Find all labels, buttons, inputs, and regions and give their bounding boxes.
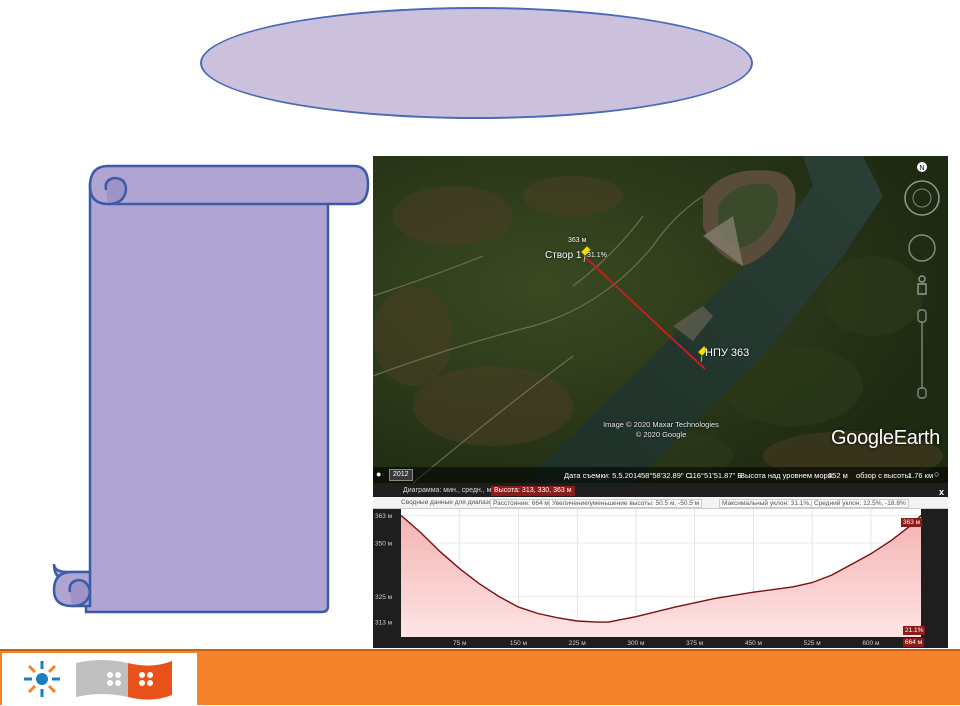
marker-elevation-label: 363 м — [901, 518, 923, 527]
profile-close-button[interactable]: x — [939, 487, 944, 497]
summary-label: Сводные данные для диапазона: — [401, 499, 502, 506]
street-view-icon — [917, 275, 927, 295]
satellite-map[interactable]: 363 м Створ 1 31.1% НПУ 363 Image © 2020… — [373, 156, 948, 483]
x-tick-label: 450 м — [745, 640, 763, 647]
scroll-banner — [52, 164, 370, 614]
imagery-date: Дата съемки: 5.5.2014 — [564, 471, 642, 480]
eye-altitude-value: 1.76 км — [908, 471, 934, 480]
x-tick-label: 225 м — [569, 640, 587, 647]
logo-earth: Earth — [893, 427, 941, 449]
organization-logo — [2, 653, 197, 705]
profile-chart-svg: 363 м 350 м 325 м 313 м 75 м 150 м 225 м 300 м… — [375, 509, 922, 647]
marker-distance-label: 664 м — [903, 638, 925, 647]
move-joystick-icon — [908, 234, 936, 262]
summary-avg-slope: Средний уклон: 12.5%, -18.8% — [811, 499, 909, 508]
title-ellipse — [200, 7, 753, 119]
google-earth-screenshot: 363 м Створ 1 31.1% НПУ 363 Image © 2020… — [373, 156, 948, 648]
logo-google: Google — [830, 427, 894, 449]
flag-emblem-icon — [76, 660, 172, 700]
x-tick-label: 150 м — [510, 640, 528, 647]
google-earth-logo: GoogleEarth — [831, 427, 940, 450]
status-bar: ● 2012 Дата съемки: 5.5.2014 58°58'32.89… — [373, 467, 948, 483]
y-tick-label: 313 м — [375, 620, 393, 627]
profile-header: Диаграмма: мин., средн., макс.: Высота: … — [373, 485, 948, 497]
marker-slope-label: 21.1% — [903, 626, 926, 635]
zoom-slider-icon — [917, 309, 927, 399]
y-tick-label: 350 м — [375, 541, 393, 548]
eye-altitude-label: обзор с высоты — [856, 471, 910, 480]
navigation-controls[interactable]: N — [904, 160, 940, 400]
x-tick-label: 375 м — [686, 640, 704, 647]
profile-summary: Сводные данные для диапазона: Расстояние… — [373, 497, 948, 509]
elevation-value: 352 м — [828, 471, 848, 480]
y-tick-label: 325 м — [375, 594, 393, 601]
profile-chart[interactable]: 363 м 350 м 325 м 313 м 75 м 150 м 225 м 300 м… — [373, 509, 948, 648]
pin1-name-label: Створ 1 — [545, 250, 582, 261]
elevation-label: Высота над уровнем моря: — [740, 471, 834, 480]
credit-line-2: © 2020 Google — [635, 430, 687, 439]
pin1-slope-label: 31.1% — [587, 252, 607, 259]
globe-icon: ● — [376, 469, 382, 479]
longitude-readout: 116°51'51.87" В — [689, 471, 743, 480]
footer-bar — [0, 649, 960, 705]
credit-line-1: Image © 2020 Maxar Technologies — [603, 420, 719, 429]
slide: 363 м Створ 1 31.1% НПУ 363 Image © 2020… — [0, 0, 960, 706]
x-tick-label: 300 м — [627, 640, 645, 647]
svg-text:N: N — [919, 165, 924, 172]
x-tick-label: 75 м — [453, 640, 467, 647]
sun-star-icon — [24, 661, 60, 697]
imagery-credit: Image © 2020 Maxar Technologies © 2020 G… — [591, 420, 731, 440]
historical-imagery-year[interactable]: 2012 — [389, 469, 413, 481]
elevation-profile-panel: Диаграмма: мин., средн., макс.: Высота: … — [373, 485, 948, 648]
x-tick-label: 525 м — [804, 640, 822, 647]
pin2-name-label: НПУ 363 — [705, 347, 750, 359]
summary-gain-loss: Увеличение/уменьшение высоты: 50.5 м, -5… — [549, 499, 703, 508]
latitude-readout: 58°58'32.89" С — [641, 471, 692, 480]
pin1-elevation-label: 363 м — [568, 237, 587, 244]
status-circle-icon: ○ — [934, 469, 940, 479]
look-joystick-icon — [904, 180, 940, 216]
x-tick-label: 600 м — [862, 640, 880, 647]
summary-distance: Расстояние: 664 м — [490, 499, 552, 508]
y-tick-label: 363 м — [375, 513, 393, 520]
profile-header-value: Высота: 313, 330, 363 м — [491, 486, 575, 496]
